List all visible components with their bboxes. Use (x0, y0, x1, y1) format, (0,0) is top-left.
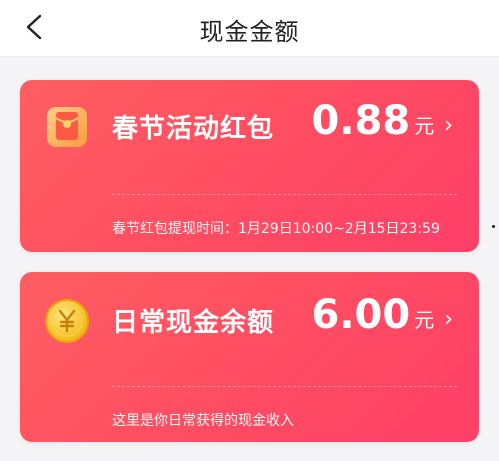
yen-coin-icon (40, 294, 94, 348)
decorative-dot (492, 225, 495, 228)
card-note: 春节红包提现时间：1月29日10:00~2月15日23:59 (112, 221, 440, 237)
divider (112, 386, 457, 387)
chevron-right-icon: › (444, 307, 453, 332)
daily-cash-balance-card[interactable]: 日常现金余额 6.00 元 › 这里是你日常获得的现金收入 (20, 272, 479, 442)
chevron-right-icon: › (444, 113, 453, 138)
page-title: 现金金额 (199, 18, 300, 46)
divider (112, 194, 457, 195)
top-bar: 现金金额 (0, 0, 499, 57)
amount-link[interactable]: 6.00 元 › (311, 292, 453, 338)
amount-unit: 元 (414, 308, 435, 332)
card-note: 这里是你日常获得的现金收入 (112, 413, 294, 429)
card-title: 日常现金余额 (112, 308, 275, 338)
amount-value: 0.88 (311, 98, 411, 144)
card-title: 春节活动红包 (112, 114, 275, 144)
festival-red-packet-card[interactable]: 春节活动红包 0.88 元 › 春节红包提现时间：1月29日10:00~2月15… (20, 80, 479, 252)
amount-value: 6.00 (311, 292, 411, 338)
amount-unit: 元 (414, 114, 435, 138)
red-envelope-icon (40, 100, 94, 154)
amount-link[interactable]: 0.88 元 › (311, 98, 453, 144)
